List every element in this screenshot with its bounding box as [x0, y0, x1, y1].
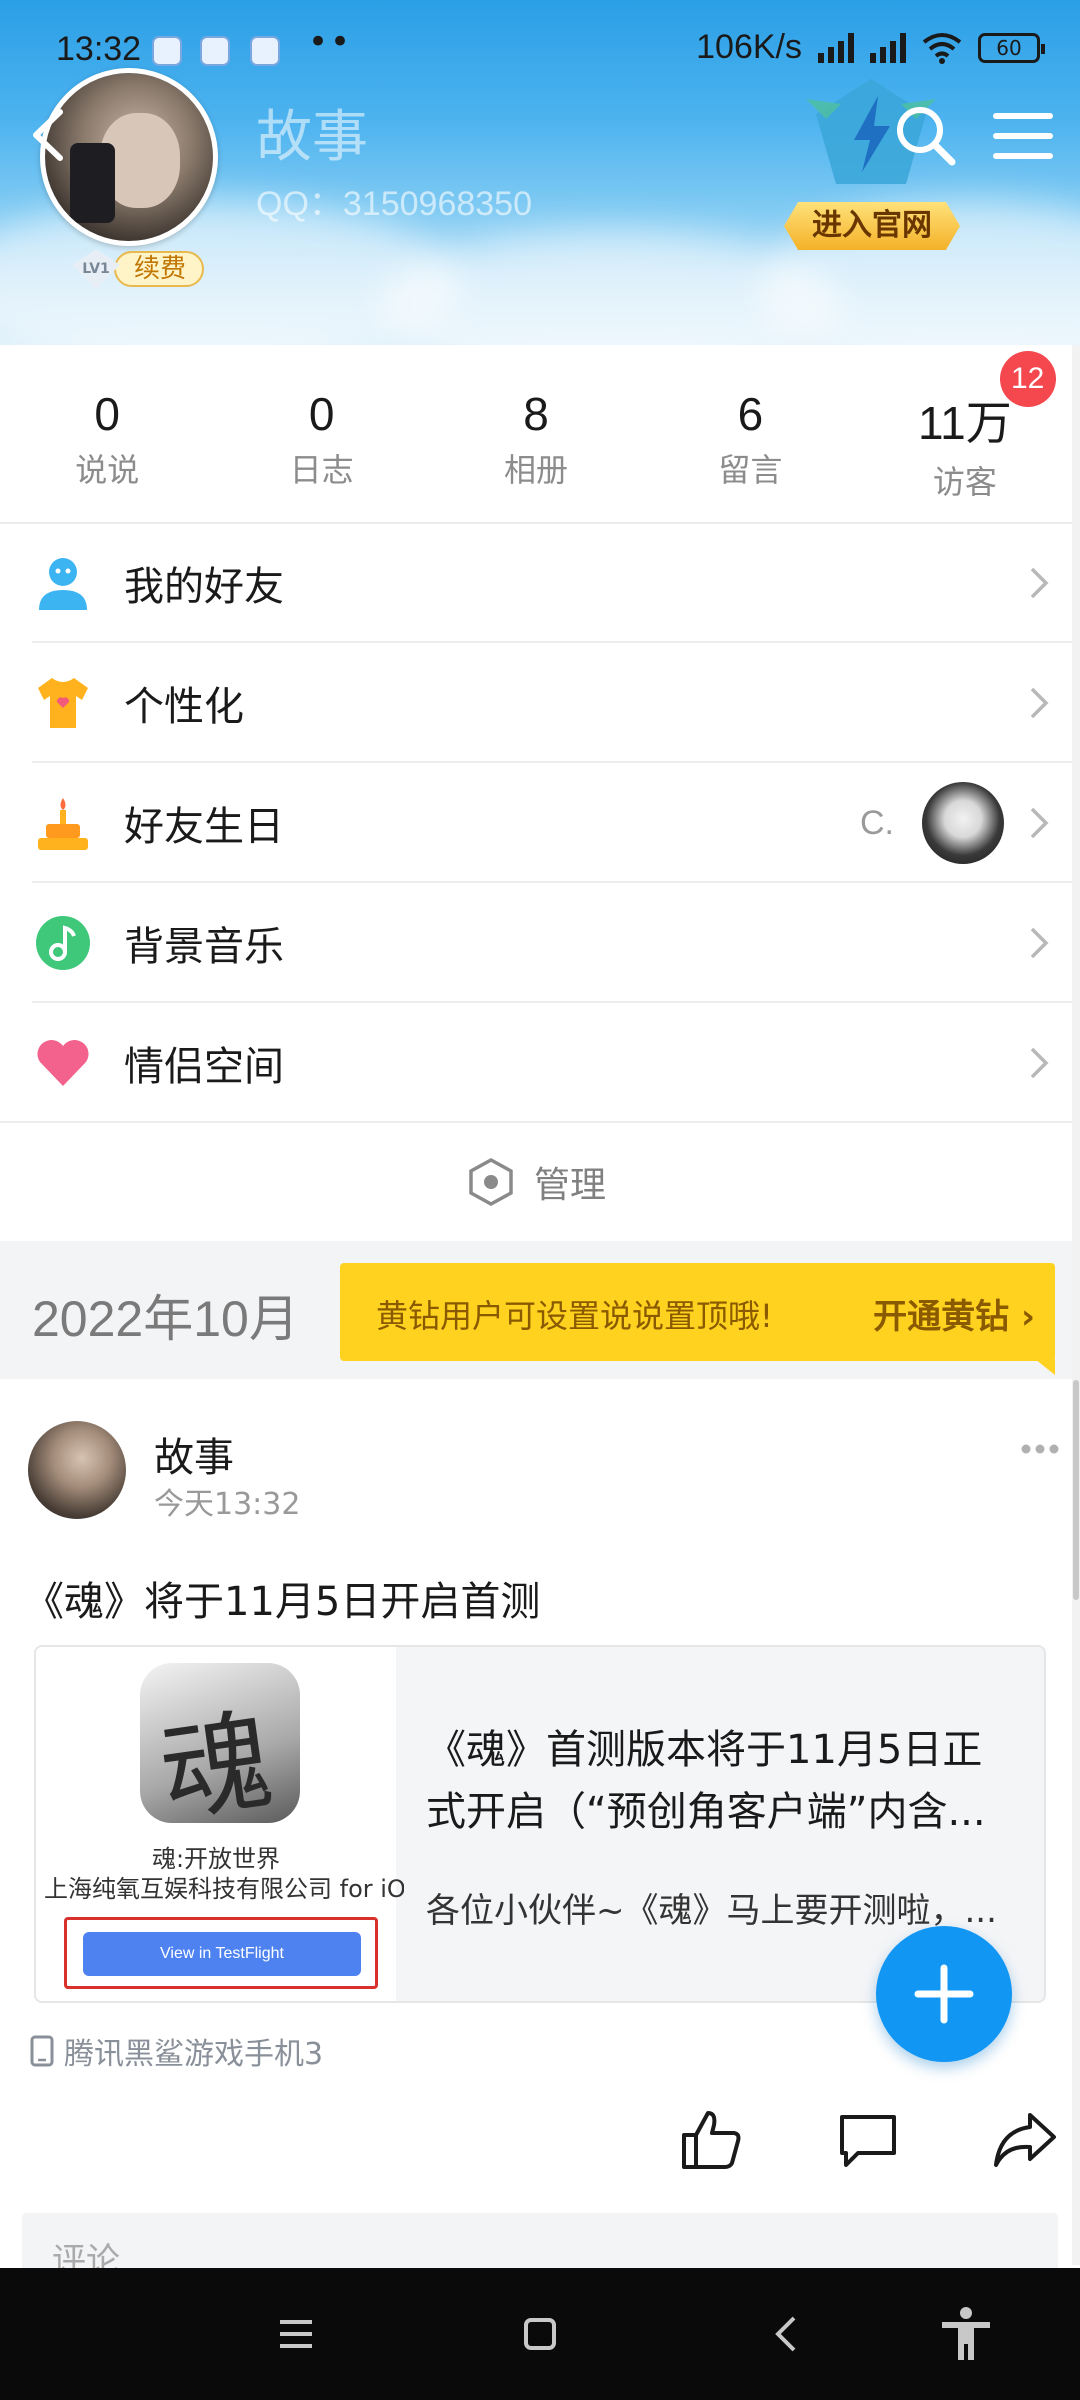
official-site-button[interactable]: 进入官网	[784, 202, 960, 250]
scrollbar-track	[1072, 345, 1080, 2265]
menu-item-label: 情侣空间	[124, 1044, 284, 1090]
menu-item-music[interactable]: 背景音乐	[0, 883, 1072, 1003]
open-vip-link[interactable]: 开通黄钻 ›	[873, 1289, 1035, 1338]
testflight-button: View in TestFlight	[83, 1932, 361, 1976]
wifi-icon	[922, 32, 962, 64]
stat-label: 日志	[289, 451, 354, 489]
stat-blogs[interactable]: 0 日志	[214, 345, 428, 523]
menu-item-birthday[interactable]: 好友生日 C.	[0, 763, 1072, 883]
stat-messages[interactable]: 6 留言	[643, 345, 857, 523]
cake-icon	[38, 798, 88, 850]
menu-item-label: 个性化	[124, 684, 244, 730]
hamburger-menu-icon[interactable]	[990, 108, 1056, 164]
user-name: 故事	[256, 105, 368, 170]
highlight-frame: View in TestFlight	[64, 1917, 378, 1989]
manage-label: 管理	[533, 1165, 606, 1206]
open-vip-label: 开通黄钻	[873, 1297, 1010, 1337]
game-app-icon: 魂	[140, 1663, 300, 1823]
friends-icon	[39, 558, 87, 610]
birthday-friend-name: C.	[860, 803, 894, 842]
menu-item-personalize[interactable]: 个性化	[0, 643, 1072, 763]
shared-link-thumbnail: 魂 魂:开放世界 上海纯氧互娱科技有限公司 for iOS View in Te…	[36, 1647, 404, 2001]
timeline-date-band: 2022年10月 黄钻用户可设置说说置顶哦! 开通黄钻 ›	[0, 1241, 1072, 1379]
post-timestamp: 今天13:32	[154, 1487, 301, 1522]
notification-app-icon	[200, 36, 230, 66]
level-diamond-icon: LV1	[72, 249, 120, 289]
heart-icon	[37, 1039, 89, 1086]
back-arrow-icon[interactable]	[18, 100, 78, 170]
signal-icon	[870, 32, 906, 63]
chevron-right-icon	[1030, 567, 1049, 599]
user-qq-number: QQ：3150968350	[256, 185, 532, 223]
stat-label: 访客	[932, 463, 997, 501]
stat-label: 相册	[504, 451, 569, 489]
accessibility-icon[interactable]	[936, 2304, 996, 2364]
recents-menu-icon[interactable]	[266, 2304, 326, 2364]
like-icon[interactable]	[678, 2107, 744, 2173]
stat-value: 6	[737, 388, 764, 440]
stat-albums[interactable]: 8 相册	[429, 345, 643, 523]
game-icon-glyph: 魂	[153, 1695, 280, 1823]
status-time: 13:32	[56, 30, 142, 68]
feature-menu: 我的好友 个性化 好友生日 C. 背景音乐 情侣空间	[0, 523, 1072, 1123]
home-icon[interactable]	[510, 2304, 570, 2364]
stat-value: 0	[308, 388, 335, 440]
renew-button[interactable]: 续费	[114, 251, 205, 287]
shared-link-title: 《魂》首测版本将于11月5日正式开启（“预创角客户端”内含...	[426, 1727, 986, 1835]
stat-visitors[interactable]: 12 11万 访客	[858, 345, 1072, 523]
more-options-icon[interactable]	[1020, 1439, 1060, 1459]
vip-upsell-banner[interactable]: 黄钻用户可设置说说置顶哦! 开通黄钻 ›	[340, 1263, 1055, 1375]
comment-input[interactable]: 评论	[22, 2213, 1058, 2281]
chevron-right-icon	[1030, 687, 1049, 719]
hexagon-settings-icon	[469, 1158, 513, 1206]
menu-item-couple-space[interactable]: 情侣空间	[0, 1003, 1072, 1123]
notification-app-icon	[152, 36, 182, 66]
stat-label: 说说	[75, 451, 140, 489]
chevron-right-icon	[1030, 807, 1049, 839]
timeline-date: 2022年10月	[32, 1291, 299, 1347]
notification-app-icon	[250, 36, 280, 66]
status-indicators: 106K/s 60	[696, 28, 1045, 67]
menu-item-label: 背景音乐	[124, 924, 284, 970]
visitor-count-badge: 12	[999, 351, 1056, 407]
stat-label: 留言	[718, 451, 783, 489]
stat-value: 0	[94, 388, 120, 440]
tshirt-icon	[38, 678, 88, 728]
menu-item-friends[interactable]: 我的好友	[0, 523, 1072, 643]
post-text: 《魂》将于11月5日开启首测	[24, 1579, 541, 1625]
share-icon[interactable]	[992, 2109, 1058, 2171]
search-icon[interactable]	[890, 100, 960, 170]
post-author-name[interactable]: 故事	[154, 1425, 234, 1483]
scrollbar-thumb[interactable]	[1073, 1380, 1079, 1600]
game-company: 上海纯氧互娱科技有限公司 for iOS	[44, 1875, 404, 1903]
battery-icon: 60	[978, 32, 1045, 63]
add-post-button[interactable]	[876, 1926, 1012, 2062]
chevron-right-icon	[1030, 927, 1049, 959]
network-speed: 106K/s	[696, 28, 802, 66]
level-badge[interactable]: LV1 续费	[72, 248, 205, 290]
more-notifications-icon: ••	[308, 22, 353, 62]
shared-link-description: 各位小伙伴~《魂》马上要开测啦，...	[426, 1891, 997, 1931]
signal-hd-icon	[818, 32, 854, 63]
birthday-friend-avatar	[922, 782, 1004, 864]
stat-value: 8	[523, 388, 549, 440]
system-nav-bar	[0, 2268, 1080, 2400]
comment-icon[interactable]	[836, 2109, 900, 2171]
profile-header: 13:32 •• 106K/s 60 LV1 续费 故事 QQ：31509683…	[0, 0, 1080, 345]
feed-post: 故事 今天13:32 《魂》将于11月5日开启首测 魂 魂:开放世界 上海纯氧互…	[0, 1379, 1072, 2281]
stats-row: 0 说说 0 日志 8 相册 6 留言 12 11万 访客	[0, 345, 1072, 523]
device-name: 腾讯黑鲨游戏手机3	[64, 2037, 324, 2072]
music-icon	[36, 916, 90, 970]
menu-item-label: 我的好友	[124, 564, 284, 610]
back-icon[interactable]	[758, 2304, 818, 2364]
post-device: 腾讯黑鲨游戏手机3	[30, 2029, 323, 2073]
manage-button[interactable]: 管理	[0, 1123, 1072, 1241]
post-author-avatar[interactable]	[28, 1421, 126, 1519]
stat-posts[interactable]: 0 说说	[0, 345, 214, 523]
chevron-right-icon	[1030, 1047, 1049, 1079]
menu-item-label: 好友生日	[124, 804, 284, 850]
phone-icon	[30, 2035, 54, 2067]
vip-banner-text: 黄钻用户可设置说说置顶哦!	[376, 1297, 773, 1335]
plus-icon	[914, 1964, 974, 2024]
